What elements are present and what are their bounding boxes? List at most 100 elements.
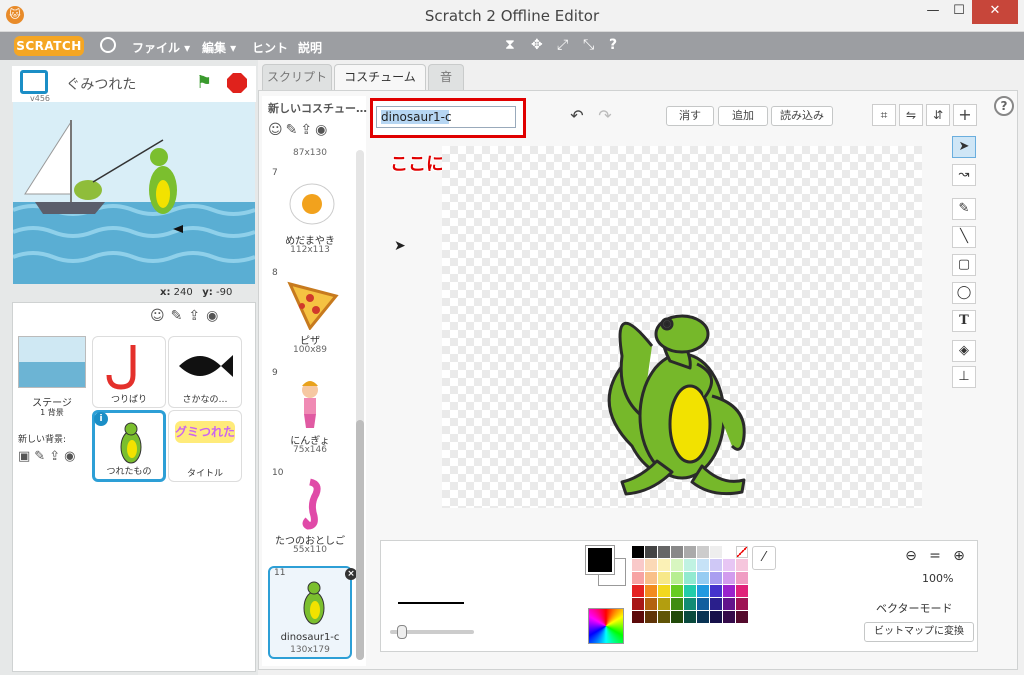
upload-costume-icon[interactable]: ⇪ <box>300 122 315 138</box>
color-swatch[interactable] <box>632 546 644 558</box>
menu-tips[interactable]: ヒント <box>252 39 288 56</box>
color-swatch[interactable] <box>684 585 696 597</box>
grow-icon[interactable]: ⤢ <box>557 37 568 53</box>
stop-sign-icon[interactable] <box>227 73 247 93</box>
color-swatch[interactable] <box>710 611 722 623</box>
color-swatch[interactable] <box>697 585 709 597</box>
undo-icon[interactable]: ↶ <box>566 106 588 126</box>
color-swatch[interactable] <box>697 572 709 584</box>
color-swatch[interactable] <box>632 572 644 584</box>
color-swatch[interactable] <box>658 572 670 584</box>
color-swatch[interactable] <box>632 585 644 597</box>
reshape-tool-icon[interactable]: ↝ <box>952 164 976 186</box>
color-swatch[interactable] <box>658 546 670 558</box>
color-swatch[interactable] <box>723 559 735 571</box>
color-swatch[interactable] <box>697 559 709 571</box>
color-swatch[interactable] <box>710 559 722 571</box>
color-swatch[interactable] <box>658 611 670 623</box>
zoom-reset-icon[interactable]: = <box>924 546 946 566</box>
ellipse-tool-icon[interactable]: ◯ <box>952 282 976 304</box>
color-swatch[interactable] <box>710 585 722 597</box>
import-button[interactable]: 読み込み <box>771 106 833 126</box>
project-name[interactable]: ぐみつれた <box>66 74 136 94</box>
color-swatch[interactable] <box>723 572 735 584</box>
block-help-icon[interactable]: ? <box>609 37 617 53</box>
duplicate-stamp-icon[interactable]: ⧗ <box>505 37 515 53</box>
close-button[interactable]: ✕ <box>972 0 1018 24</box>
text-tool-icon[interactable]: T <box>952 310 976 332</box>
costume-item-medamayaki[interactable]: 7 めだまやき 112x113 <box>268 168 352 263</box>
choose-backdrop-icon[interactable]: ▣ <box>18 449 34 464</box>
green-flag-icon[interactable]: ⚑ <box>196 74 214 92</box>
crop-icon[interactable]: ⌗ <box>872 104 896 126</box>
menu-file[interactable]: ファイル ▾ <box>132 39 190 56</box>
color-swatch[interactable] <box>736 559 748 571</box>
minimize-button[interactable]: — <box>920 0 946 24</box>
language-globe-icon[interactable] <box>100 37 116 53</box>
set-center-icon[interactable]: + <box>953 104 977 126</box>
eyedropper-icon[interactable]: ⁄ <box>752 546 776 570</box>
color-swatch[interactable] <box>684 559 696 571</box>
color-swatch[interactable] <box>632 611 644 623</box>
color-swatch[interactable] <box>645 611 657 623</box>
tab-costumes[interactable]: コスチューム <box>334 64 426 90</box>
primary-color-swatch[interactable] <box>586 546 614 574</box>
color-swatch[interactable] <box>658 585 670 597</box>
flip-vertical-icon[interactable]: ⇵ <box>926 104 950 126</box>
maximize-button[interactable]: ☐ <box>946 0 972 24</box>
camera-costume-icon[interactable]: ◉ <box>315 122 330 138</box>
convert-to-bitmap-button[interactable]: ビットマップに変換 <box>864 622 974 642</box>
color-swatch[interactable] <box>710 572 722 584</box>
fullscreen-icon[interactable] <box>20 70 48 94</box>
stamp-tool-icon[interactable]: ⊥ <box>952 366 976 388</box>
delete-scissors-icon[interactable]: ✥ <box>531 37 543 53</box>
redo-icon[interactable]: ↷ <box>594 106 616 126</box>
color-swatch[interactable] <box>723 585 735 597</box>
color-swatch[interactable] <box>736 585 748 597</box>
color-swatch[interactable] <box>697 598 709 610</box>
color-gradient-picker[interactable] <box>588 608 624 644</box>
costume-item-pizza[interactable]: 8 ピザ 100x89 <box>268 268 352 363</box>
scratch-logo[interactable]: SCRATCH <box>14 36 84 56</box>
menu-about[interactable]: 説明 <box>298 39 322 56</box>
costume-item-tatsunootoshigo[interactable]: 10 たつのおとしご 55x110 <box>268 468 352 563</box>
color-swatch[interactable] <box>710 546 722 558</box>
paint-backdrop-icon[interactable]: ✎ <box>34 449 49 464</box>
costume-list-scroll-thumb[interactable] <box>356 420 364 660</box>
clear-button[interactable]: 消す <box>666 106 714 126</box>
color-swatch[interactable] <box>671 585 683 597</box>
add-button[interactable]: 追加 <box>718 106 768 126</box>
paint-canvas[interactable] <box>442 146 922 508</box>
color-swatch[interactable] <box>645 572 657 584</box>
stage-canvas[interactable] <box>13 102 255 284</box>
color-swatch[interactable] <box>671 572 683 584</box>
sprite-tile-tsuribari[interactable]: つりばり <box>92 336 166 408</box>
stroke-width-slider-thumb[interactable] <box>397 625 407 639</box>
color-swatch[interactable] <box>671 559 683 571</box>
color-swatch[interactable] <box>697 611 709 623</box>
color-swatch[interactable] <box>684 598 696 610</box>
color-swatch[interactable] <box>671 546 683 558</box>
shrink-icon[interactable]: ⤡ <box>583 37 594 53</box>
color-swatch[interactable] <box>645 598 657 610</box>
zoom-in-icon[interactable]: ⊕ <box>948 546 970 566</box>
color-swatch[interactable] <box>658 598 670 610</box>
color-swatch[interactable] <box>684 546 696 558</box>
sprite-info-icon[interactable]: i <box>94 412 108 426</box>
color-swatch[interactable] <box>645 546 657 558</box>
camera-sprite-icon[interactable]: ◉ <box>206 308 224 324</box>
fill-tool-icon[interactable]: ◈ <box>952 340 976 362</box>
costume-name-input[interactable] <box>376 106 516 128</box>
choose-costume-icon[interactable]: ☺ <box>268 122 286 138</box>
costume-item-dinosaur[interactable]: 11 dinosaur1-c 130x179 <box>268 566 352 659</box>
paint-costume-icon[interactable]: ✎ <box>286 122 301 138</box>
color-swatch[interactable] <box>632 598 644 610</box>
color-swatch[interactable] <box>723 598 735 610</box>
color-swatch[interactable] <box>697 546 709 558</box>
costume-item-ningyo[interactable]: 9 にんぎょ 75x146 <box>268 368 352 463</box>
color-swatch[interactable] <box>736 572 748 584</box>
color-swatch[interactable] <box>710 598 722 610</box>
color-swatch[interactable] <box>658 559 670 571</box>
select-tool-icon[interactable]: ➤ <box>952 136 976 158</box>
pencil-tool-icon[interactable]: ✎ <box>952 198 976 220</box>
